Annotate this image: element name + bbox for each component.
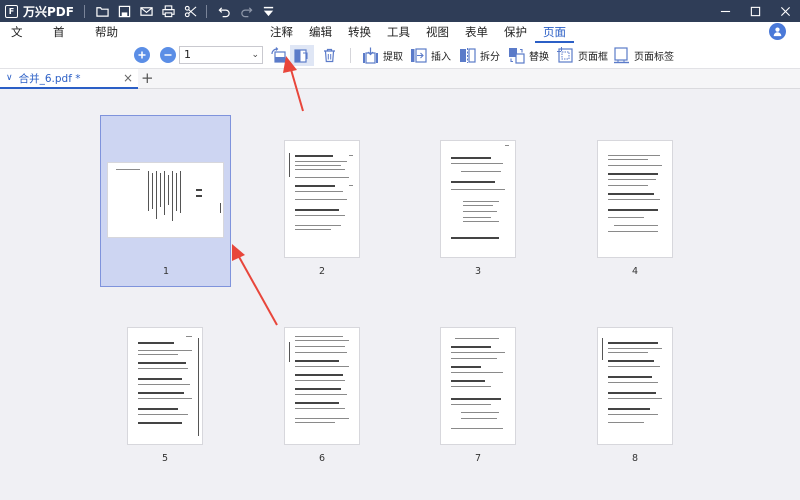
page-number-value: 1 bbox=[184, 48, 191, 61]
app-logo: F 万兴PDF bbox=[0, 0, 74, 22]
divider bbox=[350, 48, 351, 63]
page-preview bbox=[107, 162, 224, 238]
rotate-right-button[interactable] bbox=[290, 45, 314, 66]
split-label: 拆分 bbox=[480, 52, 500, 63]
minimize-icon[interactable] bbox=[710, 0, 740, 22]
insert-label: 插入 bbox=[431, 52, 451, 63]
chevron-down-icon: ⌄ bbox=[251, 50, 259, 60]
save-icon[interactable] bbox=[114, 0, 136, 22]
page-box-button[interactable]: 页面框 bbox=[557, 45, 608, 66]
tab-view[interactable]: 视图 bbox=[418, 22, 457, 43]
maximize-icon[interactable] bbox=[740, 0, 770, 22]
page-number-label: 8 bbox=[631, 453, 639, 464]
page-thumbnail-4[interactable]: 4 bbox=[597, 140, 673, 280]
extract-icon bbox=[363, 47, 378, 64]
tab-edit[interactable]: 编辑 bbox=[301, 22, 340, 43]
close-tab-icon[interactable]: × bbox=[123, 71, 133, 85]
split-button[interactable]: 拆分 bbox=[459, 45, 500, 66]
page-thumbnail-6[interactable]: 6 bbox=[284, 327, 360, 467]
page-preview bbox=[597, 327, 673, 445]
tab-form[interactable]: 表单 bbox=[457, 22, 496, 43]
page-preview bbox=[440, 327, 516, 445]
page-thumbnail-8[interactable]: 8 bbox=[597, 327, 673, 467]
tab-protect[interactable]: 保护 bbox=[496, 22, 535, 43]
page-preview bbox=[440, 140, 516, 258]
page-preview bbox=[127, 327, 203, 445]
page-number-label: 4 bbox=[631, 266, 639, 277]
replace-icon bbox=[509, 48, 525, 64]
tab-convert[interactable]: 转换 bbox=[340, 22, 379, 43]
add-tab-icon[interactable]: + bbox=[141, 69, 154, 87]
page-thumbnail-1[interactable]: 1 bbox=[100, 115, 231, 287]
chevron-down-icon[interactable]: ∨ bbox=[6, 73, 13, 83]
dropdown-icon[interactable] bbox=[258, 0, 280, 22]
insert-icon bbox=[411, 48, 427, 63]
print-icon[interactable] bbox=[158, 0, 180, 22]
page-label-button[interactable]: 页面标签 bbox=[613, 45, 674, 66]
trash-icon bbox=[324, 48, 335, 63]
page-number-label: 7 bbox=[474, 453, 482, 464]
tab-page[interactable]: 页面 bbox=[535, 22, 574, 43]
menu-file[interactable]: 文件 bbox=[11, 22, 23, 60]
scissors-icon[interactable] bbox=[180, 0, 202, 22]
page-label-label: 页面标签 bbox=[634, 52, 674, 63]
page-thumbnail-5[interactable]: 5 bbox=[127, 327, 203, 467]
document-tab-bar: ∨ 合并_6.pdf * × + bbox=[0, 68, 800, 89]
document-tab-title: 合并_6.pdf * bbox=[18, 72, 81, 85]
tab-annotate[interactable]: 注释 bbox=[262, 22, 301, 43]
page-number-label: 3 bbox=[474, 266, 482, 277]
mail-icon[interactable] bbox=[136, 0, 158, 22]
zoom-in-icon[interactable] bbox=[134, 47, 150, 63]
page-preview bbox=[597, 140, 673, 258]
page-thumbnail-grid: 1 2 3 4 5 6 7 8 bbox=[0, 89, 800, 500]
page-toolbar: 1 ⌄ 提取 插入 拆分 替换 页面框 页面标签 bbox=[0, 43, 800, 68]
zoom-out-icon[interactable] bbox=[160, 47, 176, 63]
redo-icon[interactable] bbox=[236, 0, 258, 22]
page-number-select[interactable]: 1 ⌄ bbox=[179, 46, 263, 64]
extract-button[interactable]: 提取 bbox=[362, 45, 403, 66]
replace-label: 替换 bbox=[529, 52, 549, 63]
title-bar: F 万兴PDF bbox=[0, 0, 800, 22]
user-avatar-icon[interactable] bbox=[769, 23, 786, 40]
close-icon[interactable] bbox=[770, 0, 800, 22]
app-logo-icon: F bbox=[5, 4, 18, 18]
document-tab[interactable]: ∨ 合并_6.pdf * × bbox=[0, 69, 138, 89]
page-preview bbox=[284, 140, 360, 258]
page-number-label: 6 bbox=[318, 453, 326, 464]
page-thumbnail-2[interactable]: 2 bbox=[284, 140, 360, 280]
page-number-label: 1 bbox=[162, 266, 170, 277]
menu-home[interactable]: 首页 bbox=[53, 22, 65, 60]
menu-bar: 文件 首页 帮助 注释 编辑 转换 工具 视图 表单 保护 页面 bbox=[0, 22, 800, 60]
replace-button[interactable]: 替换 bbox=[508, 45, 549, 66]
page-number-label: 2 bbox=[318, 266, 326, 277]
folder-icon[interactable] bbox=[92, 0, 114, 22]
divider bbox=[83, 4, 85, 18]
undo-icon[interactable] bbox=[214, 0, 236, 22]
page-box-icon bbox=[557, 47, 573, 63]
split-icon bbox=[460, 48, 476, 63]
delete-page-button[interactable] bbox=[321, 45, 338, 66]
page-label-icon bbox=[614, 47, 629, 64]
tab-tools[interactable]: 工具 bbox=[379, 22, 418, 43]
page-thumbnail-7[interactable]: 7 bbox=[440, 327, 516, 467]
page-box-label: 页面框 bbox=[578, 52, 608, 63]
rotate-right-icon bbox=[294, 49, 308, 63]
insert-button[interactable]: 插入 bbox=[410, 45, 451, 66]
page-number-label: 5 bbox=[161, 453, 169, 464]
app-title: 万兴PDF bbox=[23, 4, 74, 19]
rotate-left-icon bbox=[271, 47, 286, 63]
divider bbox=[205, 4, 207, 18]
page-preview bbox=[284, 327, 360, 445]
extract-label: 提取 bbox=[383, 52, 403, 63]
menu-help[interactable]: 帮助 bbox=[95, 22, 135, 43]
page-thumbnail-3[interactable]: 3 bbox=[440, 140, 516, 280]
rotate-left-button[interactable] bbox=[270, 45, 287, 66]
